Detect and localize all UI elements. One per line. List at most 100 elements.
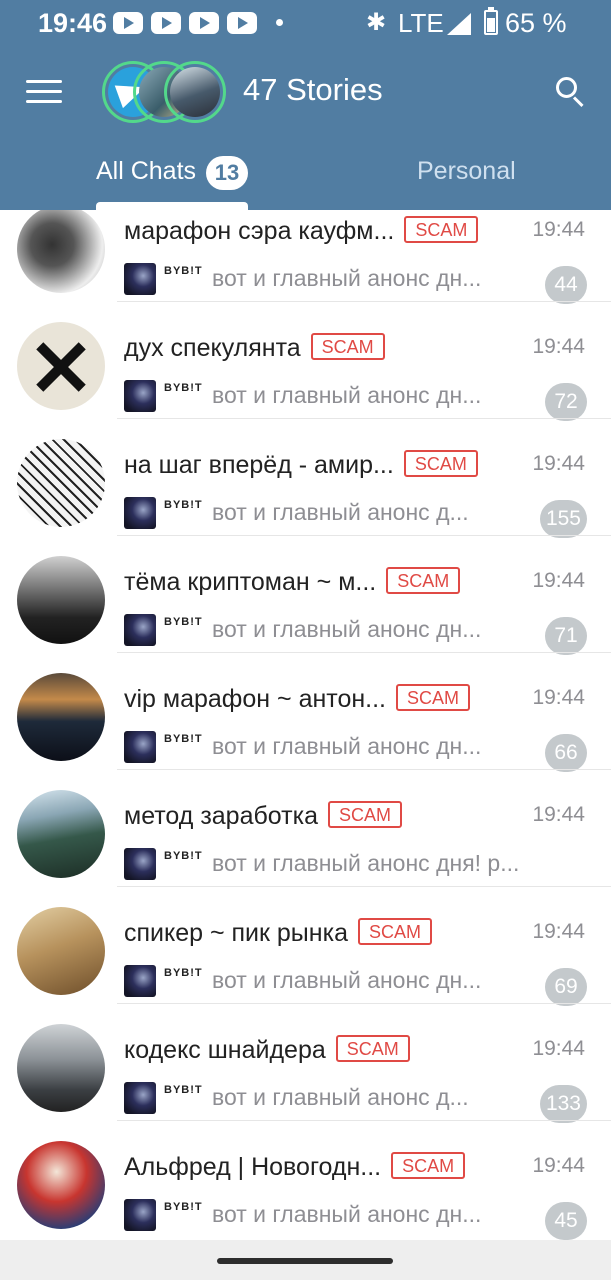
youtube-icon bbox=[227, 12, 257, 34]
scam-label: SCAM bbox=[396, 684, 471, 711]
unread-count-badge: 45 bbox=[545, 1202, 587, 1240]
app-header: 19:46 ✱ LTE 65 % 47 Stories All Chats 13… bbox=[0, 0, 611, 210]
system-navigation-bar bbox=[0, 1240, 611, 1280]
chat-time: 19:44 bbox=[532, 920, 585, 943]
chat-title: спикер ~ пик рынка SCAM bbox=[124, 918, 432, 948]
chat-title: дух спекулянта SCAM bbox=[124, 333, 385, 363]
chat-time: 19:44 bbox=[532, 452, 585, 475]
chat-time: 19:44 bbox=[532, 1037, 585, 1060]
status-time: 19:46 bbox=[38, 8, 108, 38]
chat-list-item[interactable]: vip марафон ~ антон... SCAM 19:44 BYB!T в… bbox=[0, 653, 611, 772]
message-preview: вот и главный анонс дн... bbox=[212, 1201, 482, 1227]
notification-dot-icon bbox=[276, 19, 283, 26]
chat-time: 19:44 bbox=[532, 803, 585, 826]
scam-label: SCAM bbox=[403, 450, 478, 477]
scam-label: SCAM bbox=[357, 918, 432, 945]
chat-avatar bbox=[17, 907, 105, 995]
chat-time: 19:44 bbox=[532, 569, 585, 592]
chat-avatar bbox=[17, 1024, 105, 1112]
chat-avatar bbox=[17, 790, 105, 878]
home-gesture-handle[interactable] bbox=[217, 1258, 393, 1264]
chat-list-item[interactable]: на шаг вперёд - амир... SCAM 19:44 BYB!T … bbox=[0, 419, 611, 538]
tab-all-chats[interactable]: All Chats bbox=[96, 157, 196, 186]
chat-title: тёма криптоман ~ м... SCAM bbox=[124, 567, 461, 597]
message-sender: BYB!T bbox=[164, 382, 203, 394]
scam-label: SCAM bbox=[310, 333, 385, 360]
message-sender: BYB!T bbox=[164, 499, 203, 511]
scam-label: SCAM bbox=[404, 216, 479, 243]
message-sender: BYB!T bbox=[164, 616, 203, 628]
message-preview: вот и главный анонс дн... bbox=[212, 733, 482, 759]
battery-icon bbox=[484, 7, 498, 35]
message-sender: BYB!T bbox=[164, 1084, 203, 1096]
chat-time: 19:44 bbox=[532, 686, 585, 709]
chat-title: на шаг вперёд - амир... SCAM bbox=[124, 450, 478, 480]
unread-count-badge: 66 bbox=[545, 734, 587, 772]
story-avatar[interactable] bbox=[164, 61, 226, 123]
hamburger-menu-icon[interactable] bbox=[26, 80, 62, 104]
chat-avatar bbox=[17, 673, 105, 761]
message-thumbnail bbox=[124, 263, 156, 295]
message-preview: вот и главный анонс дн... bbox=[212, 265, 482, 291]
unread-count-badge: 155 bbox=[539, 500, 587, 538]
chat-list-item[interactable]: тёма криптоман ~ м... SCAM 19:44 BYB!T во… bbox=[0, 536, 611, 655]
message-thumbnail bbox=[124, 731, 156, 763]
chat-avatar bbox=[17, 1141, 105, 1229]
scam-label: SCAM bbox=[328, 801, 403, 828]
chat-list-item[interactable]: марафон сэра кауфм... SCAM 19:44 BYB!T во… bbox=[0, 210, 611, 304]
search-icon[interactable] bbox=[556, 77, 586, 108]
status-bar: 19:46 ✱ LTE 65 % bbox=[0, 0, 611, 48]
chat-avatar bbox=[17, 439, 105, 527]
unread-count-badge: 72 bbox=[545, 383, 587, 421]
youtube-icon bbox=[151, 12, 181, 34]
signal-icon bbox=[447, 13, 471, 35]
chat-list-item[interactable]: Альфред | Новогодн... SCAM 19:44 BYB!T во… bbox=[0, 1121, 611, 1240]
chat-list-item[interactable]: дух спекулянта SCAM 19:44 BYB!T вот и гла… bbox=[0, 302, 611, 421]
message-sender: BYB!T bbox=[164, 967, 203, 979]
message-thumbnail bbox=[124, 380, 156, 412]
telegram-chat-list-screen: 19:46 ✱ LTE 65 % 47 Stories All Chats 13… bbox=[0, 0, 611, 1280]
chat-list-item[interactable]: спикер ~ пик рынка SCAM 19:44 BYB!T вот и… bbox=[0, 887, 611, 1006]
active-tab-indicator bbox=[96, 202, 248, 210]
network-type: LTE bbox=[398, 8, 444, 38]
message-thumbnail bbox=[124, 497, 156, 529]
message-thumbnail bbox=[124, 848, 156, 880]
chat-time: 19:44 bbox=[532, 218, 585, 241]
message-thumbnail bbox=[124, 1199, 156, 1231]
chat-title: кодекс шнайдера SCAM bbox=[124, 1035, 410, 1065]
chat-avatar bbox=[17, 556, 105, 644]
unread-count-badge: 44 bbox=[545, 266, 587, 304]
tab-personal[interactable]: Personal bbox=[417, 157, 516, 186]
chat-title: метод заработка SCAM bbox=[124, 801, 403, 831]
message-sender: BYB!T bbox=[164, 733, 203, 745]
scam-label: SCAM bbox=[386, 567, 461, 594]
chat-list-item[interactable]: метод заработка SCAM 19:44 BYB!T вот и гл… bbox=[0, 770, 611, 887]
message-preview: вот и главный анонс д... bbox=[212, 499, 469, 525]
chat-avatar bbox=[17, 322, 105, 410]
message-preview: вот и главный анонс д... bbox=[212, 1084, 469, 1110]
message-sender: BYB!T bbox=[164, 850, 203, 862]
battery-percent: 65 % bbox=[505, 8, 567, 38]
stories-avatars[interactable] bbox=[102, 61, 226, 123]
chat-title: vip марафон ~ антон... SCAM bbox=[124, 684, 471, 714]
chat-time: 19:44 bbox=[532, 335, 585, 358]
message-thumbnail bbox=[124, 614, 156, 646]
chat-avatar bbox=[17, 210, 105, 293]
message-preview: вот и главный анонс дн... bbox=[212, 967, 482, 993]
scam-label: SCAM bbox=[335, 1035, 410, 1062]
tab-all-chats-count-badge: 13 bbox=[206, 156, 248, 190]
message-sender: BYB!T bbox=[164, 1201, 203, 1213]
scam-label: SCAM bbox=[391, 1152, 466, 1179]
message-preview: вот и главный анонс дн... bbox=[212, 382, 482, 408]
chat-list[interactable]: марафон сэра кауфм... SCAM 19:44 BYB!T во… bbox=[0, 210, 611, 1240]
message-thumbnail bbox=[124, 1082, 156, 1114]
chat-list-item[interactable]: кодекс шнайдера SCAM 19:44 BYB!T вот и гл… bbox=[0, 1004, 611, 1123]
chat-title: Альфред | Новогодн... SCAM bbox=[124, 1152, 466, 1182]
message-preview: вот и главный анонс дн... bbox=[212, 616, 482, 642]
youtube-icon bbox=[189, 12, 219, 34]
unread-count-badge: 71 bbox=[545, 617, 587, 655]
youtube-icon bbox=[113, 12, 143, 34]
bluetooth-icon: ✱ bbox=[366, 9, 387, 36]
stories-title[interactable]: 47 Stories bbox=[243, 72, 383, 108]
message-thumbnail bbox=[124, 965, 156, 997]
